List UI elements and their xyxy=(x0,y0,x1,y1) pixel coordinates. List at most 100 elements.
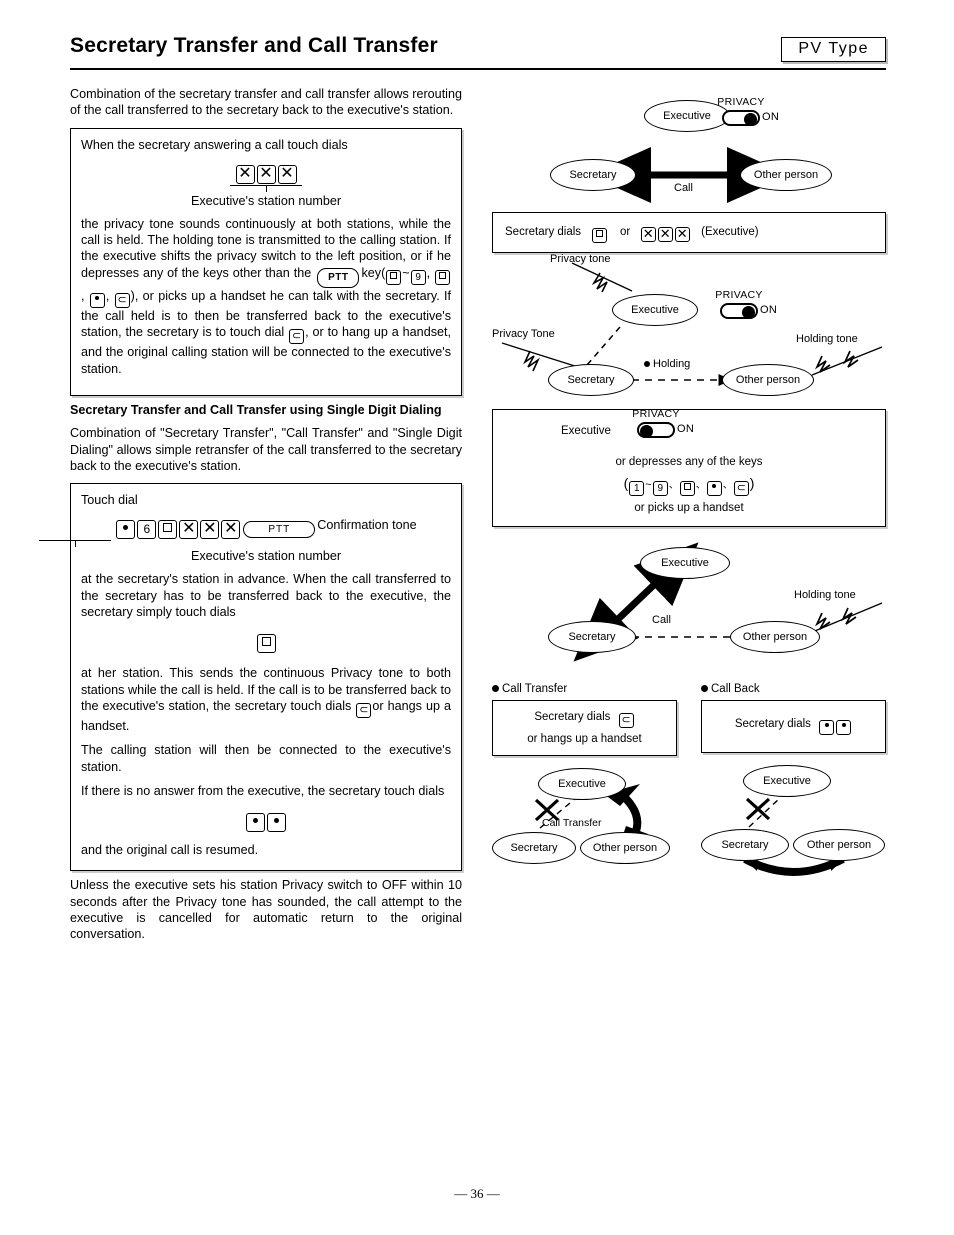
box-keys-switch-row: Executive PRIVACY ON xyxy=(503,408,875,440)
box-call-transfer-action: Secretary dials ⊂ or hangs up a handset xyxy=(492,700,677,756)
key-c[interactable]: ⊂ xyxy=(618,713,634,728)
key-square[interactable] xyxy=(256,634,276,654)
key-x[interactable]: ✕ xyxy=(657,227,673,242)
diagram-transferred-back: Executive Holding tone Call Secretary Ot… xyxy=(492,537,886,673)
callout2-para4: If there is no answer from the executive… xyxy=(81,783,445,798)
diagram-call-back: Executive Secretary Other person xyxy=(701,759,886,876)
callout2-para1: at the secretary's station in advance. W… xyxy=(81,572,451,620)
key-x[interactable]: ✕ xyxy=(277,164,297,184)
key-x[interactable]: ✕ xyxy=(256,164,276,184)
ptt-key[interactable]: PTT xyxy=(243,521,316,539)
key-dot[interactable] xyxy=(706,481,722,496)
box-keys-sequence: (1 ~9、、、 ⊂) xyxy=(623,475,755,496)
node-executive: Executive xyxy=(538,768,626,800)
key-1[interactable]: 1 xyxy=(629,481,645,496)
node-executive: Executive xyxy=(640,547,730,579)
switch-track[interactable] xyxy=(722,110,760,126)
key-square[interactable] xyxy=(679,481,695,496)
privacy-switch-label: PRIVACY xyxy=(632,408,680,420)
switch-knob[interactable] xyxy=(640,425,653,438)
holding-tone-label: Holding tone xyxy=(796,333,858,345)
left-column: Combination of the secretary transfer an… xyxy=(39,86,462,943)
node-secretary: Secretary xyxy=(701,829,789,861)
intro-paragraph-2: Combination of "Secretary Transfer", "Ca… xyxy=(70,426,462,473)
node-secretary: Secretary xyxy=(548,364,634,396)
box-secretary-dials: Secretary dials or ✕ ✕ ✕ (Executive) xyxy=(492,212,886,253)
page-header: Secretary Transfer and Call Transfer PV … xyxy=(70,34,886,62)
callout1-lead: When the secretary answering a call touc… xyxy=(81,137,348,152)
node-other-person: Other person xyxy=(722,364,814,396)
key-x[interactable]: ✕ xyxy=(640,227,656,242)
panel-heading: Call Transfer xyxy=(492,683,677,695)
type-badge: PV Type xyxy=(781,37,886,62)
key-square[interactable] xyxy=(591,228,607,243)
diagram-holding: Privacy tone Privacy Tone Executive PRIV… xyxy=(492,253,886,403)
panel-heading: Call Back xyxy=(701,683,886,695)
key-c[interactable]: ⊂ xyxy=(356,702,372,718)
privacy-tone-left-label: Privacy Tone xyxy=(492,328,555,340)
node-executive: Executive xyxy=(743,765,831,797)
intro-paragraph: Combination of the secretary transfer an… xyxy=(70,87,462,118)
panel-line1: Secretary dials xyxy=(708,718,879,735)
key-c[interactable]: ⊂ xyxy=(289,329,305,345)
key-sequence-xxx: ✕ ✕ ✕ xyxy=(81,163,451,192)
key-square-standalone xyxy=(81,632,451,654)
key-c[interactable]: ⊂ xyxy=(114,293,130,309)
switch-knob[interactable] xyxy=(742,306,755,319)
executive-note: (Executive) xyxy=(701,226,759,238)
executive-label: Executive xyxy=(561,425,611,437)
key-square[interactable] xyxy=(435,269,451,285)
diagram-initial-call: Executive PRIVACY ON Secretary Other per… xyxy=(492,86,886,206)
key-x[interactable]: ✕ xyxy=(221,520,241,540)
switch-track[interactable] xyxy=(637,422,675,438)
header-divider xyxy=(70,68,886,70)
secretary-dials-label: Secretary dials xyxy=(505,226,582,238)
right-column: Executive PRIVACY ON Secretary Other per… xyxy=(492,86,886,876)
separator: 、 xyxy=(668,480,679,491)
key-9[interactable]: 9 xyxy=(652,481,668,496)
key-x[interactable]: ✕ xyxy=(235,164,255,184)
callout1-body: the privacy tone sounds continuously at … xyxy=(81,216,452,376)
privacy-switch[interactable]: PRIVACY ON xyxy=(717,96,779,126)
privacy-switch[interactable]: PRIVACY ON xyxy=(632,408,694,438)
key-9[interactable]: 9 xyxy=(410,269,426,285)
switch-track[interactable] xyxy=(720,303,758,319)
call-label: Call xyxy=(652,614,671,626)
key-dot[interactable] xyxy=(246,813,265,833)
key-dot[interactable] xyxy=(836,720,852,735)
key-dot[interactable] xyxy=(267,813,286,833)
ptt-key[interactable]: PTT xyxy=(317,267,360,289)
callout2-para2: at her station. This sends the continuou… xyxy=(81,666,451,733)
key-x[interactable]: ✕ xyxy=(179,520,199,540)
key-dot[interactable] xyxy=(116,520,136,540)
panel-call-transfer: Call Transfer Secretary dials ⊂ or hangs… xyxy=(492,683,677,872)
diagram-call-transfer: Executive Call Transfer Secretary Other … xyxy=(492,762,677,872)
callout2-para3: The calling station will then be connect… xyxy=(81,743,451,774)
separator: 、 xyxy=(695,480,706,491)
key-6[interactable]: 6 xyxy=(137,520,157,540)
key-x[interactable]: ✕ xyxy=(200,520,220,540)
privacy-switch-label: PRIVACY xyxy=(717,96,765,108)
panel-line2: or hangs up a handset xyxy=(527,733,642,745)
key-x[interactable]: ✕ xyxy=(674,227,690,242)
privacy-tone-top-label: Privacy tone xyxy=(550,253,611,265)
or-label: or xyxy=(619,226,631,238)
node-secretary: Secretary xyxy=(492,832,576,864)
brace xyxy=(230,184,302,192)
tilde: ~ xyxy=(645,479,652,491)
bullet-icon xyxy=(492,685,499,692)
brace xyxy=(39,540,111,548)
node-executive: Executive xyxy=(612,294,698,326)
key-c[interactable]: ⊂ xyxy=(733,481,749,496)
key-dot[interactable] xyxy=(819,720,835,735)
key-square[interactable] xyxy=(386,269,402,285)
node-other-person: Other person xyxy=(740,159,832,191)
key-square[interactable] xyxy=(158,520,178,540)
node-secretary: Secretary xyxy=(548,621,636,653)
callout2-lead: Touch dial xyxy=(81,493,138,508)
key-dot[interactable] xyxy=(89,293,105,309)
switch-knob[interactable] xyxy=(744,113,757,126)
bullet-icon xyxy=(701,685,708,692)
privacy-switch[interactable]: PRIVACY ON xyxy=(715,289,777,319)
closing-paragraph: Unless the executive sets his station Pr… xyxy=(70,878,462,942)
